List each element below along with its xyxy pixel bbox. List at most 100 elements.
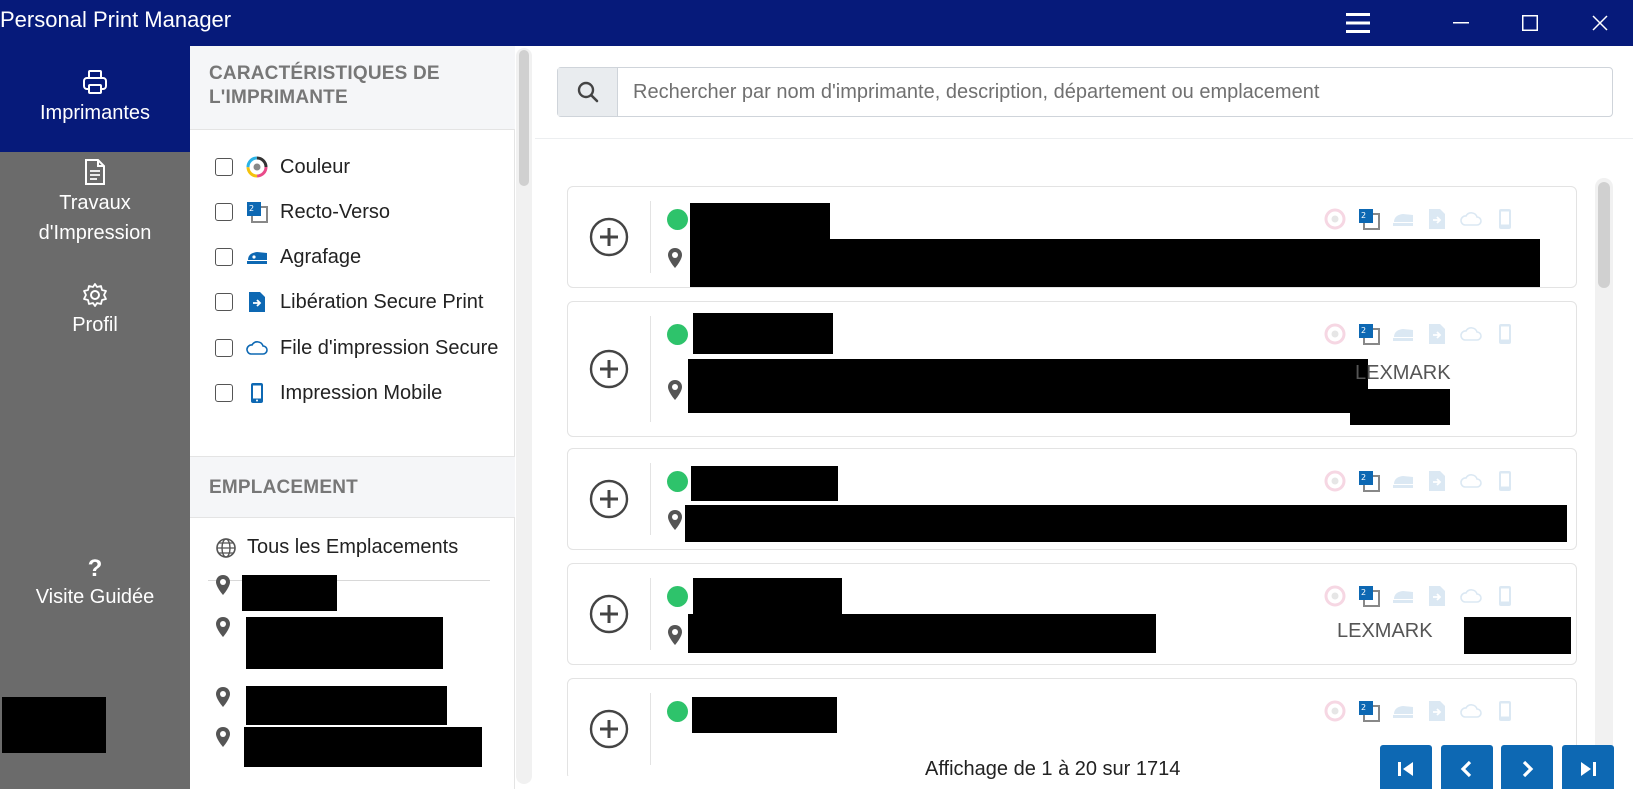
add-printer-icon[interactable] [588, 216, 630, 258]
filter-panel: CARACTÉRISTIQUES DE L'IMPRIMANTE Couleur… [190, 46, 515, 789]
checkbox-color[interactable] [215, 158, 233, 176]
location-pin-icon [216, 727, 230, 747]
separator [535, 138, 1633, 139]
mobile-icon [245, 381, 269, 405]
checkbox-mobile[interactable] [215, 384, 233, 402]
secure-release-icon [1425, 469, 1449, 493]
features-header-line-1: CARACTÉRISTIQUES DE [209, 63, 440, 84]
filter-mobile[interactable]: Impression Mobile [215, 378, 442, 408]
search-input[interactable] [618, 68, 1612, 116]
svg-text:2: 2 [1361, 211, 1366, 220]
svg-text:2: 2 [1361, 588, 1366, 597]
mobile-icon [1493, 584, 1517, 608]
nav-profile[interactable]: Profil [0, 282, 190, 342]
status-online-icon [667, 586, 688, 607]
nav-printers[interactable]: Imprimantes [0, 46, 190, 152]
printer-card[interactable]: 2 [567, 186, 1577, 288]
redacted-location[interactable] [242, 575, 337, 611]
nav-jobs-label-2: d'Impression [38, 222, 152, 244]
list-scrollbar[interactable] [1595, 178, 1613, 778]
filter-secure-queue-label: File d'impression Secure [280, 336, 499, 359]
card-separator [650, 201, 651, 273]
card-separator [650, 316, 651, 422]
checkbox-stapling[interactable] [215, 248, 233, 266]
cloud-icon [1459, 469, 1483, 493]
stapler-icon [1391, 207, 1415, 231]
checkbox-duplex[interactable] [215, 203, 233, 221]
printer-list: 2 LEXMARK 2 2 LEXMARK 2 2 [567, 186, 1597, 776]
duplex-icon: 2 [1357, 207, 1381, 231]
filter-color[interactable]: Couleur [215, 152, 350, 182]
checkbox-secure-queue[interactable] [215, 339, 233, 357]
add-printer-icon[interactable] [588, 708, 630, 750]
status-online-icon [667, 701, 688, 722]
printer-card[interactable]: LEXMARK 2 [567, 563, 1577, 665]
nav-guided-tour[interactable]: ? Visite Guidée [0, 556, 190, 626]
checkbox-secure-release[interactable] [215, 293, 233, 311]
filter-color-label: Couleur [280, 155, 351, 178]
redacted-printer-model [1464, 617, 1571, 654]
all-locations-option[interactable]: Tous les Emplacements [215, 536, 458, 559]
nav-print-jobs[interactable]: Travaux d'Impression [0, 158, 190, 258]
filter-stapling[interactable]: Agrafage [215, 242, 361, 272]
redacted-location[interactable] [246, 617, 443, 669]
printer-brand: LEXMARK [1337, 620, 1433, 642]
last-page-button[interactable] [1562, 745, 1614, 789]
nav-printers-label: Imprimantes [39, 102, 151, 124]
filter-scrollbar-thumb[interactable] [519, 50, 529, 186]
add-printer-icon[interactable] [588, 348, 630, 390]
color-wheel-icon [245, 155, 269, 179]
left-navigation: Imprimantes Travaux d'Impression Profil … [0, 46, 190, 789]
status-online-icon [667, 324, 688, 345]
mobile-icon [1493, 322, 1517, 346]
redacted-printer-location [688, 614, 1156, 653]
minimize-icon[interactable] [1433, 0, 1489, 46]
printer-card[interactable]: LEXMARK 2 [567, 301, 1577, 437]
capability-icons: 2 [1323, 469, 1517, 493]
redacted-location[interactable] [244, 727, 482, 767]
chevron-right-icon [1522, 760, 1534, 778]
previous-page-button[interactable] [1441, 745, 1493, 789]
filter-secure-release[interactable]: Libération Secure Print [215, 287, 483, 317]
stapler-icon [1391, 699, 1415, 723]
list-scrollbar-thumb[interactable] [1598, 182, 1610, 288]
main-content: 2 LEXMARK 2 [535, 46, 1633, 789]
first-page-icon [1398, 762, 1413, 776]
first-page-button[interactable] [1380, 745, 1432, 789]
add-printer-icon[interactable] [588, 478, 630, 520]
filter-scrollbar[interactable] [516, 48, 532, 784]
redacted-printer-name [691, 466, 838, 501]
color-wheel-icon [1323, 207, 1347, 231]
hamburger-menu-icon[interactable] [1330, 0, 1386, 46]
printer-card[interactable]: 2 [567, 448, 1577, 550]
globe-icon [216, 537, 236, 558]
card-separator [650, 578, 651, 650]
filter-duplex[interactable]: 2 Recto-Verso [215, 197, 390, 227]
secure-release-icon [1425, 207, 1449, 231]
redacted-printer-location [685, 505, 1567, 542]
mobile-icon [1493, 699, 1517, 723]
features-header-line-2: L'IMPRIMANTE [209, 87, 348, 108]
redacted-printer-name [693, 313, 833, 354]
close-icon[interactable] [1572, 0, 1628, 46]
title-bar: Personal Print Manager [0, 0, 1633, 46]
nav-jobs-label-1: Travaux [59, 192, 131, 214]
location-pin-icon [216, 575, 230, 595]
nav-tour-label: Visite Guidée [35, 586, 155, 608]
maximize-icon[interactable] [1502, 0, 1558, 46]
filter-secure-queue[interactable]: File d'impression Secure [215, 333, 498, 363]
secure-release-icon [1425, 699, 1449, 723]
redacted-location[interactable] [246, 686, 447, 725]
chevron-left-icon [1460, 760, 1472, 778]
color-wheel-icon [1323, 469, 1347, 493]
card-separator [650, 693, 651, 765]
add-printer-icon[interactable] [588, 593, 630, 635]
location-pin-icon [668, 248, 682, 268]
filter-secure-release-label: Libération Secure Print [280, 290, 484, 313]
svg-text:2: 2 [1361, 473, 1366, 482]
secure-release-icon [1425, 584, 1449, 608]
redacted-user-block [2, 697, 106, 753]
next-page-button[interactable] [1501, 745, 1553, 789]
stapler-icon [1391, 469, 1415, 493]
search-icon[interactable] [558, 68, 618, 116]
